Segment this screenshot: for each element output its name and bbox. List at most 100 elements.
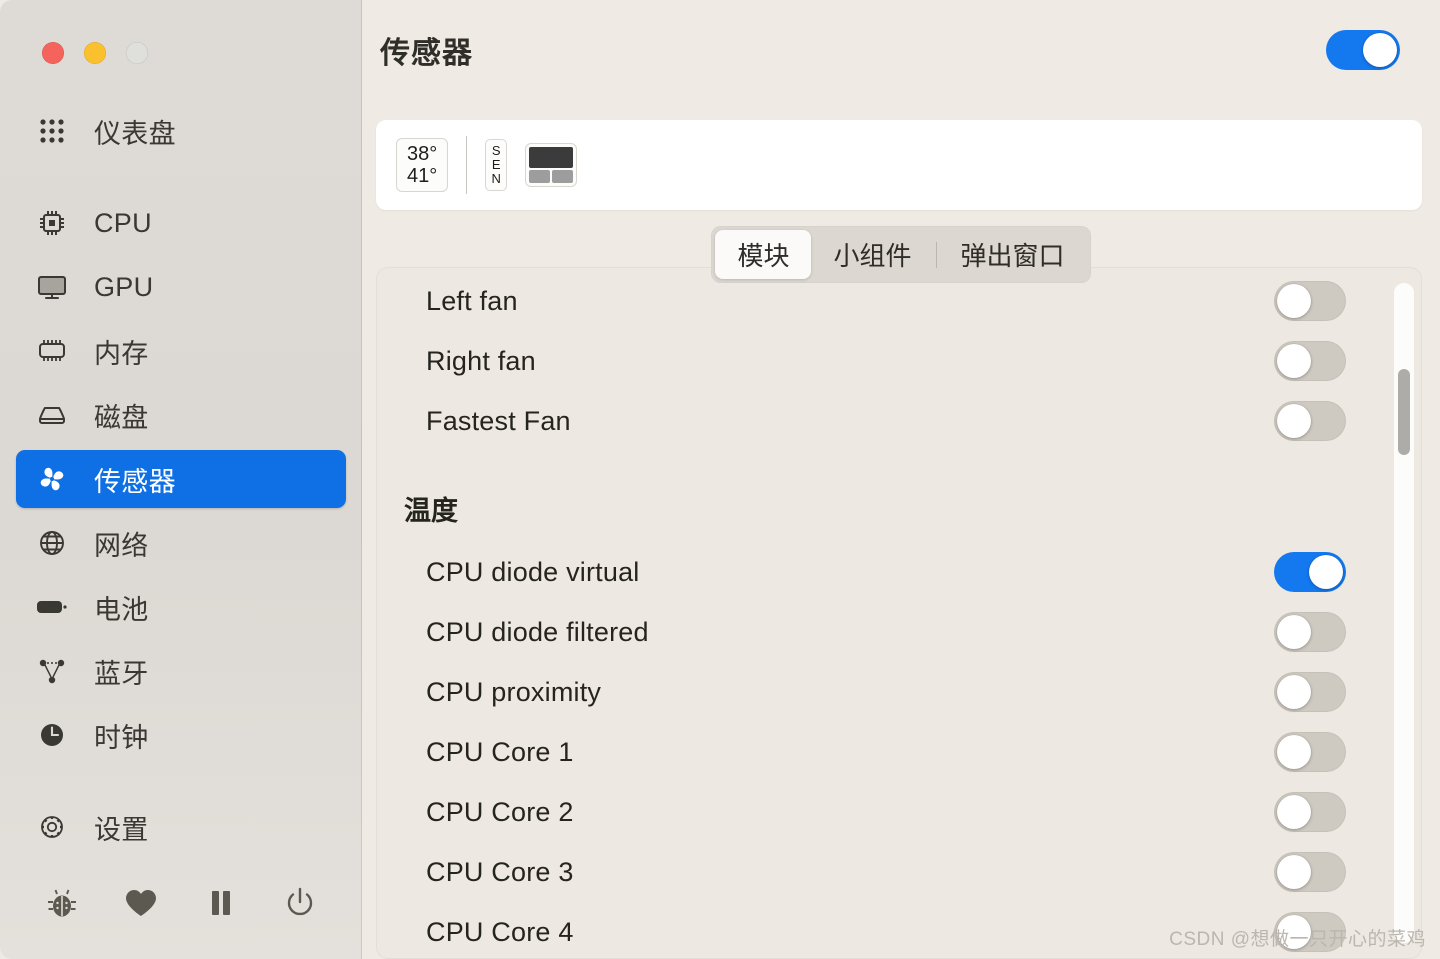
- battery-icon: [32, 598, 72, 616]
- table-row[interactable]: CPU Core 1: [376, 722, 1422, 782]
- sidebar-item-settings[interactable]: 设置: [16, 798, 346, 856]
- heart-icon[interactable]: [119, 881, 163, 925]
- tab-widgets[interactable]: 小组件: [811, 230, 933, 279]
- sidebar-item-label: 时钟: [94, 722, 149, 753]
- sidebar-item-gpu[interactable]: GPU: [16, 258, 346, 316]
- sensor-toggle[interactable]: [1274, 552, 1346, 592]
- bar-chart-widget[interactable]: [525, 143, 578, 187]
- temp-line-1: 38°: [407, 143, 438, 165]
- app-window: 仪表盘 CPU GPU 内存 磁盘 传感器 网络 电池 蓝牙 时钟 设置 传感器…: [0, 0, 1440, 959]
- sensor-toggle[interactable]: [1274, 281, 1346, 321]
- tab-divider: [935, 241, 937, 268]
- sensor-toggle[interactable]: [1274, 852, 1346, 892]
- toggle-knob: [1277, 615, 1311, 649]
- sidebar-item-battery[interactable]: 电池: [16, 578, 346, 636]
- main-header: 传感器: [362, 0, 1440, 100]
- sensor-label: CPU proximity: [426, 676, 602, 707]
- table-row[interactable]: Right fan: [376, 331, 1422, 391]
- sidebar-item-clock[interactable]: 时钟: [16, 706, 346, 764]
- monitor-icon: [32, 273, 72, 301]
- report-bug-icon[interactable]: [40, 881, 84, 925]
- toggle-knob: [1277, 284, 1311, 318]
- sidebar-item-sensors[interactable]: 传感器: [16, 450, 346, 508]
- sensor-toggle[interactable]: [1274, 672, 1346, 712]
- globe-icon: [32, 528, 72, 558]
- table-row[interactable]: CPU Core 2: [376, 782, 1422, 842]
- widget-chart-area: [529, 147, 574, 168]
- page-title: 传感器: [380, 37, 473, 70]
- tabbar: 模块 小组件 弹出窗口: [711, 226, 1091, 283]
- sidebar-nav: 仪表盘 CPU GPU 内存 磁盘 传感器 网络 电池 蓝牙 时钟 设置: [0, 74, 362, 863]
- sidebar-item-network[interactable]: 网络: [16, 514, 346, 572]
- power-icon[interactable]: [278, 881, 322, 925]
- sensors-list: Left fan Right fan Fastest Fan 温度 CPU di…: [376, 267, 1422, 959]
- sensors-list-viewport[interactable]: Left fan Right fan Fastest Fan 温度 CPU di…: [376, 267, 1422, 959]
- sen-label-chip[interactable]: S E N: [485, 139, 508, 191]
- tab-modules[interactable]: 模块: [715, 230, 812, 279]
- sidebar-item-label: 仪表盘: [94, 118, 176, 149]
- memory-chip-icon: [32, 338, 72, 364]
- temp-line-2: 41°: [407, 165, 438, 187]
- sensor-label: CPU diode virtual: [426, 556, 640, 587]
- sensor-toggle[interactable]: [1274, 732, 1346, 772]
- scrollbar-thumb[interactable]: [1398, 368, 1410, 455]
- close-window-button[interactable]: [42, 42, 64, 64]
- cpu-chip-icon: [32, 208, 72, 238]
- table-row[interactable]: CPU diode virtual: [376, 542, 1422, 602]
- sensor-toggle[interactable]: [1274, 612, 1346, 652]
- sidebar-item-memory[interactable]: 内存: [16, 322, 346, 380]
- table-row[interactable]: CPU proximity: [376, 662, 1422, 722]
- toggle-knob: [1277, 404, 1311, 438]
- toggle-knob: [1277, 855, 1311, 889]
- fan-icon: [32, 464, 72, 494]
- sensor-toggle[interactable]: [1274, 341, 1346, 381]
- table-row[interactable]: CPU Core 3: [376, 842, 1422, 902]
- preview-divider: [466, 136, 468, 194]
- sensor-label: CPU Core 1: [426, 736, 574, 767]
- sidebar-item-disk[interactable]: 磁盘: [16, 386, 346, 444]
- sidebar: 仪表盘 CPU GPU 内存 磁盘 传感器 网络 电池 蓝牙 时钟 设置: [0, 0, 362, 959]
- table-row[interactable]: CPU diode filtered: [376, 602, 1422, 662]
- pause-icon[interactable]: [199, 881, 243, 925]
- preview-card: 38° 41° S E N: [376, 120, 1422, 210]
- toggle-knob: [1277, 915, 1311, 949]
- window-controls: [0, 0, 362, 74]
- sen-letter-1: S: [491, 143, 501, 158]
- scrollbar-track[interactable]: [1394, 283, 1414, 943]
- sen-letter-3: N: [491, 171, 501, 186]
- toggle-knob: [1277, 795, 1311, 829]
- sidebar-toolbar: [0, 863, 362, 959]
- main-pane: 传感器 38° 41° S E N 模块 小组件 弹出窗口 Left fan R…: [362, 0, 1440, 959]
- table-row[interactable]: Fastest Fan: [376, 391, 1422, 451]
- sensors-master-toggle[interactable]: [1326, 30, 1400, 70]
- widget-cells: [529, 170, 574, 183]
- sensor-label: CPU diode filtered: [426, 616, 649, 647]
- dashboard-grid-icon: [32, 117, 72, 145]
- sidebar-item-cpu[interactable]: CPU: [16, 194, 346, 252]
- section-header-temperature: 温度: [376, 451, 1422, 542]
- temperature-preview-chip[interactable]: 38° 41°: [396, 138, 449, 192]
- sidebar-item-label: 磁盘: [94, 402, 149, 433]
- sidebar-item-label: 传感器: [94, 466, 176, 497]
- tab-popup[interactable]: 弹出窗口: [939, 230, 1087, 279]
- sidebar-item-bluetooth[interactable]: 蓝牙: [16, 642, 346, 700]
- sensor-label: CPU Core 4: [426, 916, 574, 947]
- sensor-toggle[interactable]: [1274, 401, 1346, 441]
- sidebar-item-dashboard[interactable]: 仪表盘: [16, 102, 346, 160]
- table-row[interactable]: CPU Core 4: [376, 902, 1422, 959]
- sensor-toggle[interactable]: [1274, 912, 1346, 952]
- minimize-window-button[interactable]: [84, 42, 106, 64]
- gear-icon: [32, 812, 72, 842]
- sidebar-item-label: GPU: [94, 271, 154, 302]
- zoom-window-button[interactable]: [126, 42, 148, 64]
- sidebar-item-label: 内存: [94, 338, 149, 369]
- bluetooth-nodes-icon: [32, 658, 72, 684]
- sensor-label: Left fan: [426, 285, 518, 316]
- sidebar-item-label: 电池: [94, 594, 149, 625]
- sensors-list-card: Left fan Right fan Fastest Fan 温度 CPU di…: [376, 267, 1422, 959]
- toggle-knob: [1277, 735, 1311, 769]
- toggle-knob: [1277, 344, 1311, 378]
- sensor-toggle[interactable]: [1274, 792, 1346, 832]
- sensor-label: Fastest Fan: [426, 405, 571, 436]
